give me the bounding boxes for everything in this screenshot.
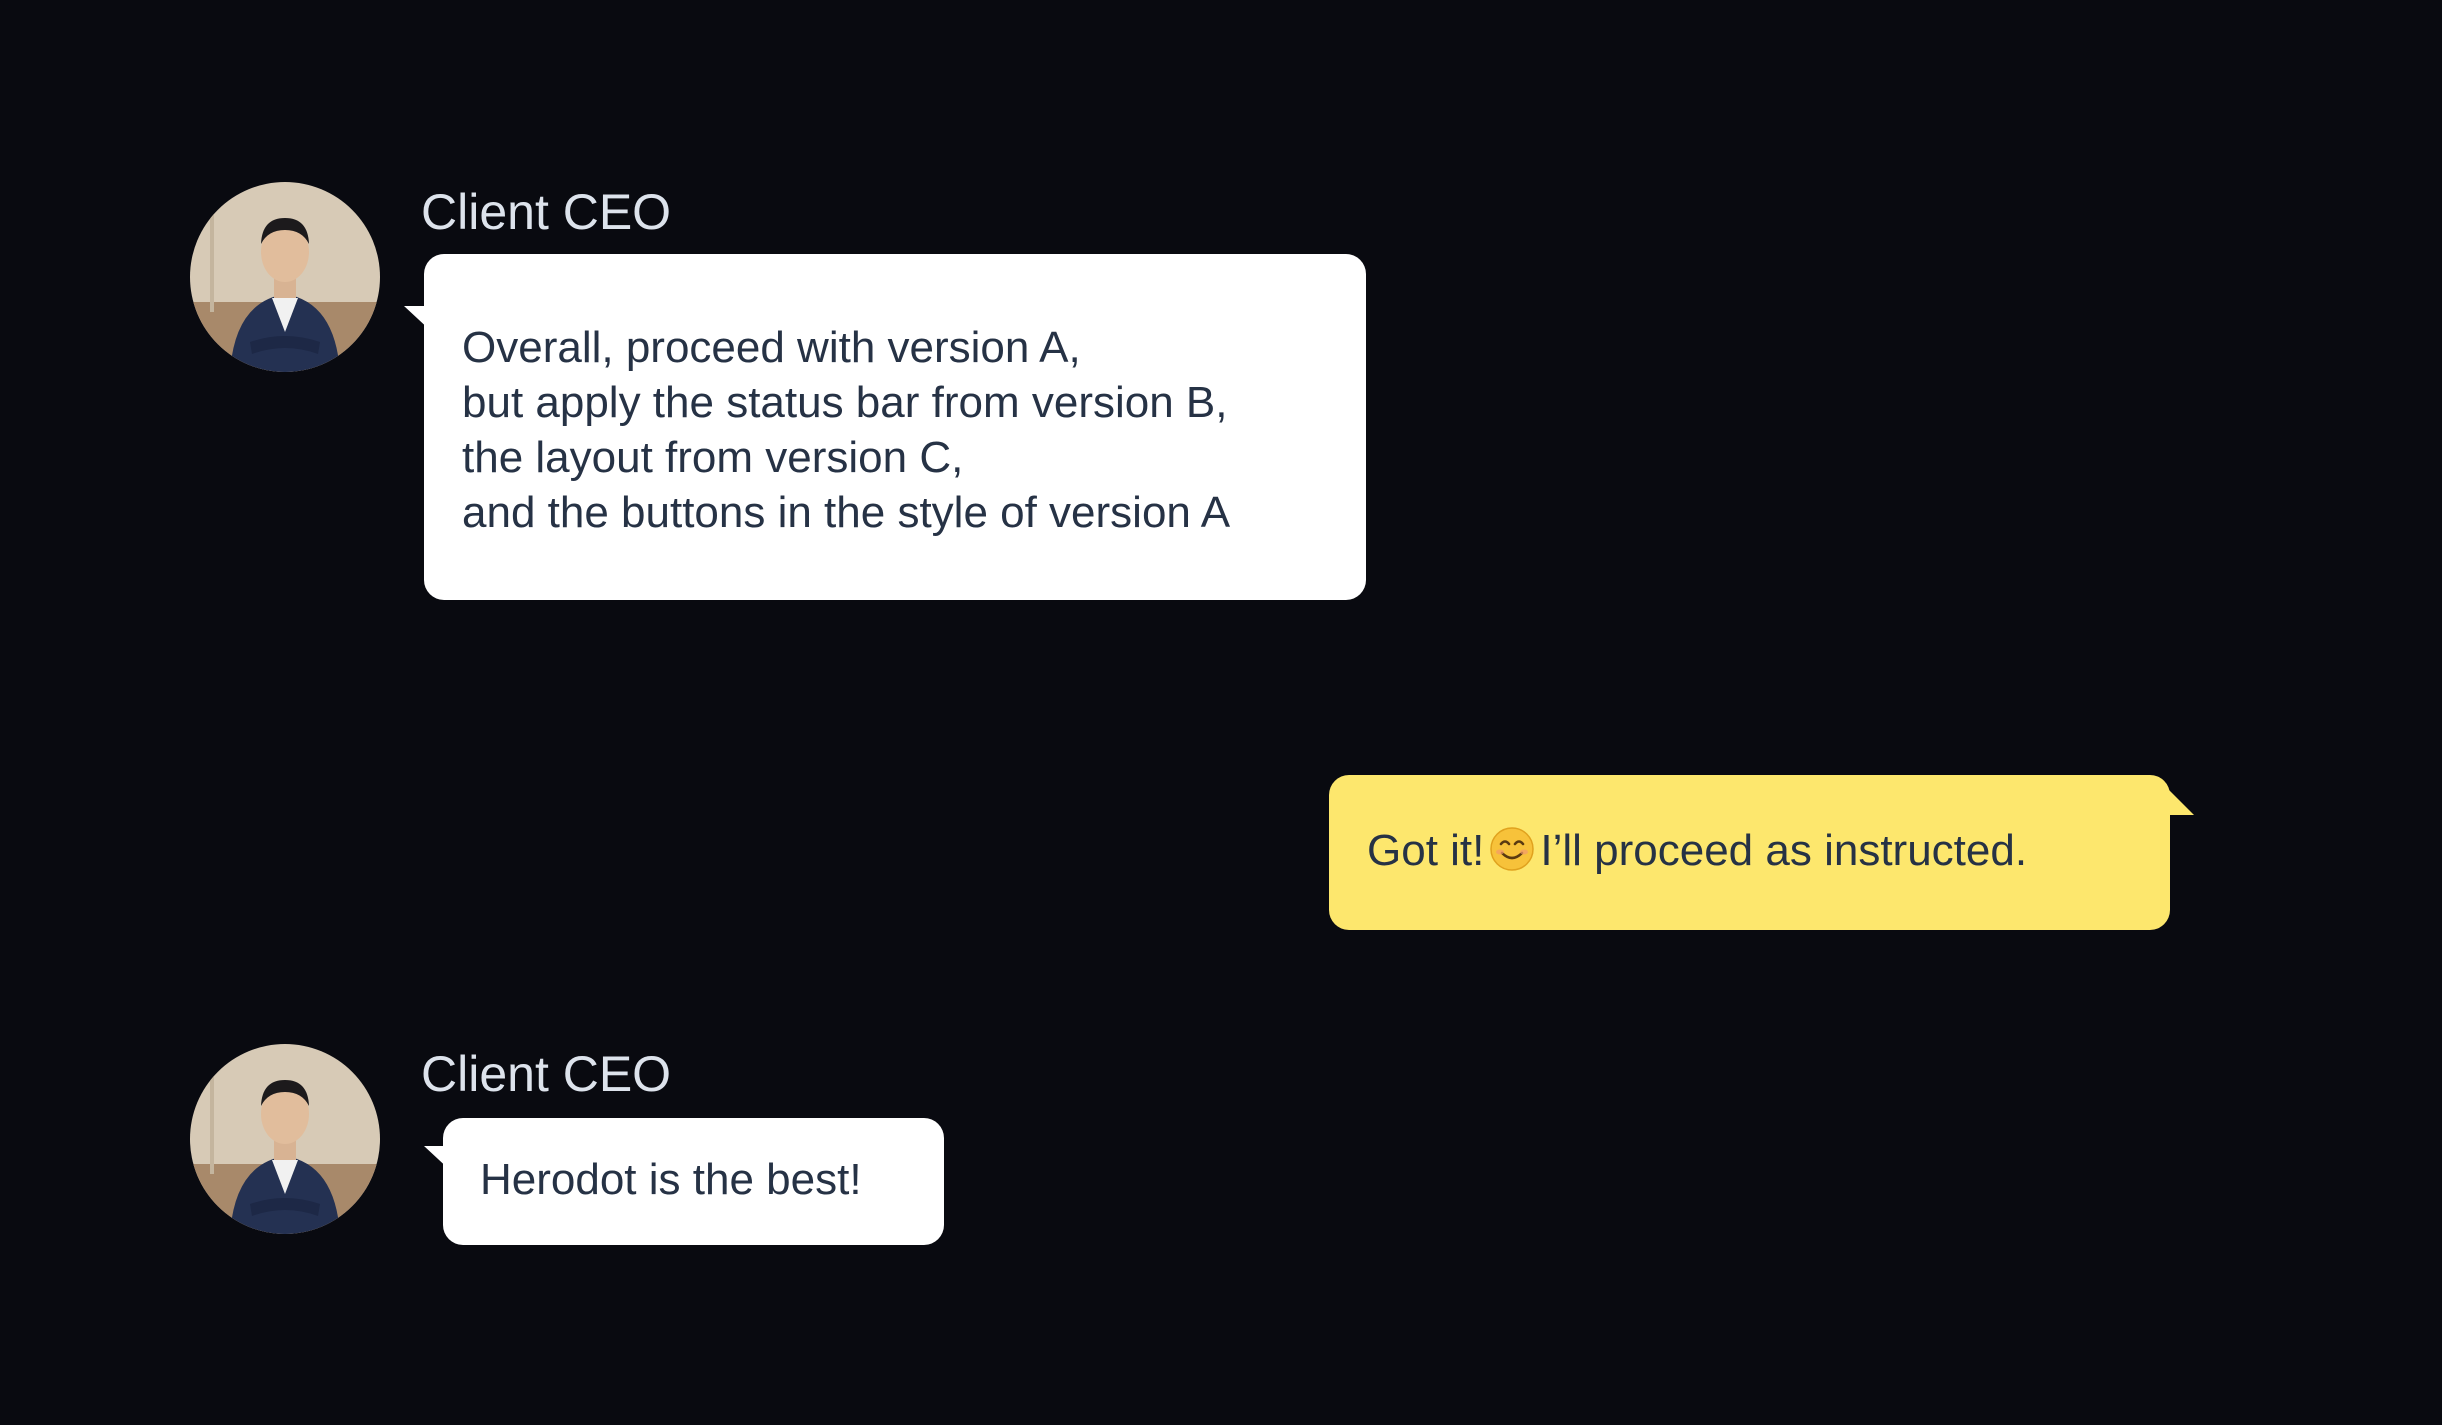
message-line: Got it! I’ll proceed as instructed. — [1367, 823, 2134, 884]
bubble-tail — [2168, 789, 2194, 815]
message-line: the layout from version C, — [462, 433, 964, 482]
message-line: Herodot is the best! — [480, 1155, 862, 1204]
message-line: Overall, proceed with version A, — [462, 323, 1081, 372]
sender-name: Client CEO — [421, 184, 672, 240]
message-bubble-outgoing[interactable]: Got it! I’ll proceed as instructed. — [1329, 775, 2170, 930]
message-text: I’ll proceed as instructed. — [1540, 826, 2028, 875]
message-line: but apply the status bar from version B, — [462, 378, 1228, 427]
smiling-face-emoji-icon — [1490, 827, 1535, 884]
message-bubble-incoming[interactable]: Overall, proceed with version A, but app… — [424, 254, 1366, 600]
message-bubble-incoming[interactable]: Herodot is the best! — [443, 1118, 944, 1245]
ceo-portrait-avatar-icon — [190, 1044, 380, 1234]
message-text: Got it! — [1367, 826, 1485, 875]
sender-name: Client CEO — [421, 1046, 672, 1102]
message-line: and the buttons in the style of version … — [462, 488, 1231, 537]
ceo-portrait-avatar-icon — [190, 182, 380, 372]
avatar — [190, 1044, 380, 1234]
avatar — [190, 182, 380, 372]
